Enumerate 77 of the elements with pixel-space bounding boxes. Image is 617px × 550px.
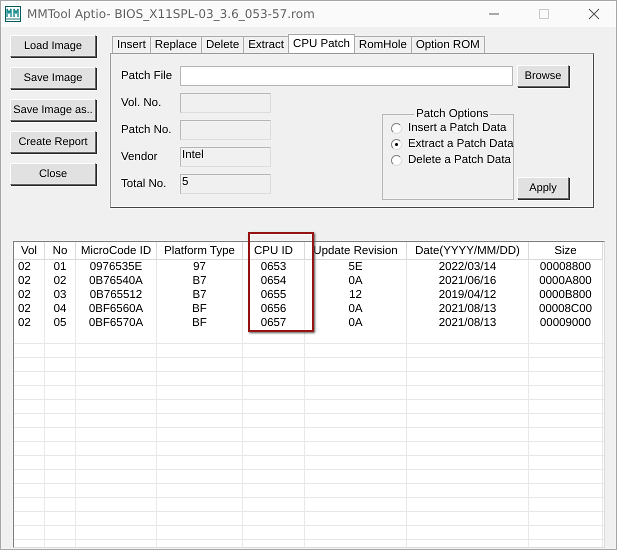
radio-icon[interactable] bbox=[391, 138, 402, 150]
table-cell: 05 bbox=[45, 316, 76, 330]
table-cell: 03 bbox=[45, 288, 76, 302]
table-cell: 0656 bbox=[243, 302, 305, 316]
field-label: Vendor bbox=[121, 150, 158, 162]
radio-icon[interactable] bbox=[391, 122, 402, 134]
table-cell: 97 bbox=[157, 260, 243, 274]
table-cell: 0B76540A bbox=[76, 274, 157, 288]
table-cell: 5E bbox=[305, 260, 407, 274]
side-button[interactable]: Save Image bbox=[10, 67, 96, 89]
column-header[interactable]: No bbox=[45, 242, 76, 260]
side-button[interactable]: Load Image bbox=[10, 35, 96, 57]
table-cell: 12 bbox=[305, 288, 407, 302]
table-cell: 02 bbox=[14, 302, 45, 316]
field-label: Patch No. bbox=[121, 124, 172, 136]
radio-option[interactable]: Insert a Patch Data bbox=[391, 122, 514, 134]
table-cell: 00008C00 bbox=[529, 302, 603, 316]
tab[interactable]: Replace bbox=[150, 36, 202, 53]
table-cell: 04 bbox=[45, 302, 76, 316]
tab[interactable]: Option ROM bbox=[410, 36, 485, 53]
patch-file-field[interactable] bbox=[180, 66, 513, 86]
table-cell: 02 bbox=[14, 288, 45, 302]
side-button[interactable]: Create Report bbox=[10, 131, 96, 153]
column-header[interactable]: Size bbox=[529, 242, 603, 260]
side-button[interactable]: Close bbox=[10, 163, 96, 185]
field-label: Vol. No. bbox=[121, 96, 162, 108]
column-header[interactable]: Date(YYYY/MM/DD) bbox=[407, 242, 529, 260]
column-header[interactable]: Vol bbox=[14, 242, 45, 260]
table-cell: BF bbox=[157, 302, 243, 316]
table-cell: 0A bbox=[305, 274, 407, 288]
field-label: Patch File bbox=[121, 70, 174, 82]
radio-option[interactable]: Extract a Patch Data bbox=[391, 138, 514, 150]
table-cell: 2019/04/12 bbox=[407, 288, 529, 302]
table-cell: 2021/08/13 bbox=[407, 302, 529, 316]
table-cell: 02 bbox=[45, 274, 76, 288]
table-cell: 0654 bbox=[243, 274, 305, 288]
table-cell: 0655 bbox=[243, 288, 305, 302]
table-cell: 0657 bbox=[243, 316, 305, 330]
table-cell: 02 bbox=[14, 274, 45, 288]
group-title: Patch Options bbox=[415, 108, 490, 120]
side-button[interactable]: Save Image as.. bbox=[10, 99, 96, 121]
table-cell: 0BF6570A bbox=[76, 316, 157, 330]
app-logo-icon bbox=[5, 6, 21, 22]
close-icon[interactable] bbox=[588, 8, 600, 20]
table-cell: 0000B800 bbox=[529, 288, 603, 302]
readonly-field: 5 bbox=[180, 174, 271, 194]
column-header[interactable]: Platform Type bbox=[157, 242, 243, 260]
tab[interactable]: Insert bbox=[112, 36, 151, 53]
readonly-field: Intel bbox=[180, 146, 271, 166]
table-cell: 01 bbox=[45, 260, 76, 274]
table-cell: 0A bbox=[305, 316, 407, 330]
table-cell: 2022/03/14 bbox=[407, 260, 529, 274]
window-title: MMTool Aptio- BIOS_X11SPL-03_3.6_053-57.rom bbox=[27, 7, 316, 21]
tab[interactable]: CPU Patch bbox=[288, 34, 355, 53]
column-header[interactable]: MicroCode ID bbox=[76, 242, 157, 260]
radio-icon[interactable] bbox=[391, 154, 402, 166]
table-cell: 02 bbox=[14, 260, 45, 274]
table-cell: 00008800 bbox=[529, 260, 603, 274]
table-cell: 2021/08/13 bbox=[407, 316, 529, 330]
table-cell: 0BF6560A bbox=[76, 302, 157, 316]
table-cell: 0000A800 bbox=[529, 274, 603, 288]
radio-option[interactable]: Delete a Patch Data bbox=[391, 154, 514, 166]
table-cell: 0A bbox=[305, 302, 407, 316]
column-header[interactable]: CPU ID bbox=[243, 242, 305, 260]
table-cell: 02 bbox=[14, 316, 45, 330]
browse-button[interactable]: Browse bbox=[517, 65, 569, 87]
table-cell: 0B765512 bbox=[76, 288, 157, 302]
apply-button[interactable]: Apply bbox=[517, 177, 569, 199]
column-header[interactable]: Update Revision bbox=[305, 242, 407, 260]
table-cell: B7 bbox=[157, 274, 243, 288]
table-cell: 2021/06/16 bbox=[407, 274, 529, 288]
table-cell: 0653 bbox=[243, 260, 305, 274]
field-label: Total No. bbox=[121, 178, 168, 190]
table-cell: 0976535E bbox=[76, 260, 157, 274]
table-cell: 00009000 bbox=[529, 316, 603, 330]
table-cell: BF bbox=[157, 316, 243, 330]
table-cell: B7 bbox=[157, 288, 243, 302]
